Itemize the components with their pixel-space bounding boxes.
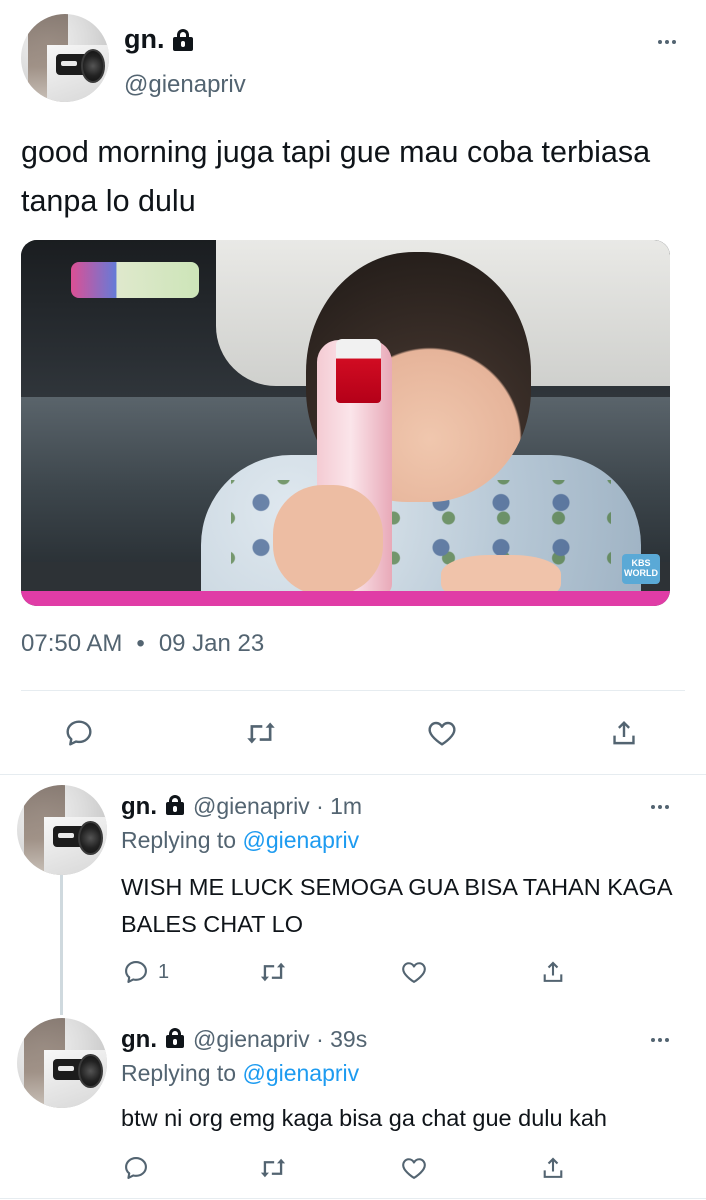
like-button[interactable] bbox=[399, 958, 429, 986]
retweet-icon bbox=[258, 1154, 288, 1182]
mention-link[interactable]: @gienapriv bbox=[242, 827, 359, 853]
reply-icon bbox=[122, 958, 150, 986]
retweet-button[interactable] bbox=[244, 717, 278, 749]
lock-icon bbox=[172, 29, 194, 54]
share-icon bbox=[539, 1154, 567, 1182]
avatar[interactable] bbox=[17, 1018, 107, 1108]
more-icon[interactable] bbox=[658, 40, 676, 44]
lock-icon bbox=[165, 1028, 185, 1048]
show-logo bbox=[71, 262, 199, 298]
share-button[interactable] bbox=[539, 1154, 567, 1182]
tweet-time: 07:50 AM bbox=[21, 630, 123, 657]
reply-icon bbox=[63, 717, 95, 749]
replying-label: Replying to bbox=[121, 827, 237, 853]
divider bbox=[21, 690, 685, 691]
reply-header: gn. @gienapriv · 1m bbox=[121, 793, 362, 821]
reply-time[interactable]: · 1m bbox=[316, 793, 362, 819]
tweet-thread: gn. @gienapriv good morning juga tapi gu… bbox=[0, 0, 706, 1200]
timestamp-separator: • bbox=[136, 630, 145, 657]
main-tweet: gn. @gienapriv good morning juga tapi gu… bbox=[0, 0, 706, 774]
reply-button[interactable]: 1 bbox=[122, 958, 169, 986]
share-button[interactable] bbox=[608, 717, 640, 749]
like-button[interactable] bbox=[399, 1154, 429, 1182]
replying-label: Replying to bbox=[121, 1060, 237, 1086]
tweet-photo[interactable]: KBS WORLD bbox=[21, 240, 670, 606]
display-name[interactable]: gn. bbox=[124, 24, 165, 55]
divider bbox=[0, 1198, 706, 1199]
tweet-text: good morning juga tapi gue mau coba terb… bbox=[21, 135, 651, 218]
like-button[interactable] bbox=[425, 717, 459, 749]
user-handle[interactable]: @gienapriv bbox=[193, 1026, 310, 1052]
user-handle[interactable]: @gienapriv bbox=[193, 793, 310, 819]
more-icon[interactable] bbox=[651, 805, 669, 809]
avatar[interactable] bbox=[21, 14, 109, 102]
display-name[interactable]: gn. bbox=[121, 793, 157, 820]
thread-connector bbox=[60, 875, 63, 1015]
divider bbox=[0, 774, 706, 775]
broadcaster-watermark: KBS WORLD bbox=[622, 554, 660, 584]
share-icon bbox=[608, 717, 640, 749]
retweet-button[interactable] bbox=[258, 1154, 288, 1182]
heart-icon bbox=[399, 958, 429, 986]
replying-to: Replying to @gienapriv bbox=[121, 827, 359, 854]
lock-icon bbox=[165, 795, 185, 815]
heart-icon bbox=[425, 717, 459, 749]
retweet-button[interactable] bbox=[258, 958, 288, 986]
reply-text: btw ni org emg kaga bisa ga chat gue dul… bbox=[121, 1105, 607, 1131]
reply-count: 1 bbox=[158, 960, 170, 983]
user-handle[interactable]: @gienapriv bbox=[124, 71, 246, 99]
reply-icon bbox=[122, 1154, 150, 1182]
avatar[interactable] bbox=[17, 785, 107, 875]
reply-tweet[interactable]: gn. @gienapriv · 39s Replying to @gienapr… bbox=[0, 1018, 706, 1200]
tweet-timestamp[interactable]: 07:50 AM • 09 Jan 23 bbox=[21, 630, 264, 658]
reply-text: WISH ME LUCK SEMOGA GUA BISA TAHAN KAGA … bbox=[121, 874, 672, 937]
reply-tweet[interactable]: gn. @gienapriv · 1m Replying to @gienapri… bbox=[0, 785, 706, 1010]
retweet-icon bbox=[244, 717, 278, 749]
more-icon[interactable] bbox=[651, 1038, 669, 1042]
retweet-icon bbox=[258, 958, 288, 986]
heart-icon bbox=[399, 1154, 429, 1182]
reply-button[interactable] bbox=[63, 717, 95, 749]
share-icon bbox=[539, 958, 567, 986]
display-name[interactable]: gn. bbox=[121, 1026, 157, 1053]
replying-to: Replying to @gienapriv bbox=[121, 1060, 359, 1087]
reply-time[interactable]: · 39s bbox=[316, 1026, 367, 1052]
reply-button[interactable] bbox=[122, 1154, 150, 1182]
share-button[interactable] bbox=[539, 958, 567, 986]
mention-link[interactable]: @gienapriv bbox=[242, 1060, 359, 1086]
tweet-date: 09 Jan 23 bbox=[158, 630, 265, 657]
reply-header: gn. @gienapriv · 39s bbox=[121, 1026, 367, 1054]
